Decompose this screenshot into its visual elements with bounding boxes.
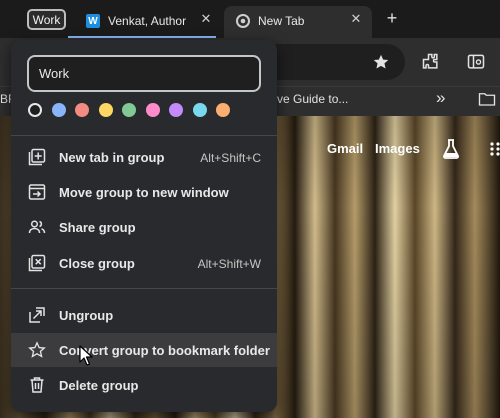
color-swatch-blue[interactable]	[52, 103, 66, 117]
ungroup-item[interactable]: Ungroup	[11, 298, 277, 332]
bookmark-star-icon[interactable]	[372, 53, 390, 71]
new-tab-in-group-icon	[28, 148, 46, 166]
new-tab-plus-icon[interactable]: +	[383, 9, 401, 27]
star-icon	[28, 341, 46, 359]
move-to-window-icon	[28, 183, 46, 201]
menu-divider	[11, 288, 277, 289]
extensions-puzzle-icon[interactable]	[421, 52, 441, 72]
bookmarks-overflow-chevron-icon[interactable]: »	[436, 88, 445, 108]
trash-icon	[28, 376, 46, 394]
color-swatch-yellow[interactable]	[99, 103, 113, 117]
side-panel-search-icon[interactable]	[466, 52, 486, 72]
close-group-item[interactable]: Close group Alt+Shift+W	[11, 246, 277, 280]
group-name-input[interactable]	[27, 55, 261, 92]
tab-close-icon[interactable]: ✕	[347, 10, 365, 28]
tab-venkat-author[interactable]: W Venkat, Author	[86, 6, 186, 36]
color-swatch-green[interactable]	[122, 103, 136, 117]
tab-title: New Tab	[258, 14, 305, 28]
menu-item-label: Share group	[59, 220, 136, 235]
menu-divider	[11, 135, 277, 136]
menu-item-label: Move group to new window	[59, 185, 229, 200]
menu-item-shortcut: Alt+Shift+W	[197, 257, 261, 271]
convert-group-to-bookmark-folder-item[interactable]: Convert group to bookmark folder	[11, 333, 277, 367]
mouse-pointer-icon	[79, 345, 93, 366]
color-swatch-orange[interactable]	[216, 103, 230, 117]
delete-group-item[interactable]: Delete group	[11, 368, 277, 402]
tab-title: Venkat, Author	[108, 14, 187, 28]
menu-item-label: Delete group	[59, 378, 139, 393]
new-tab-in-group-item[interactable]: New tab in group Alt+Shift+C	[11, 140, 277, 174]
close-group-icon	[28, 254, 46, 272]
move-group-to-new-window-item[interactable]: Move group to new window	[11, 175, 277, 209]
tab-close-icon[interactable]: ✕	[197, 10, 215, 28]
tab-group-chip[interactable]: Work	[27, 9, 66, 30]
color-swatch-cyan[interactable]	[193, 103, 207, 117]
gmail-link[interactable]: Gmail	[327, 141, 363, 156]
share-group-item[interactable]: Share group	[11, 210, 277, 244]
color-swatch-pink[interactable]	[146, 103, 160, 117]
menu-item-label: Ungroup	[59, 308, 114, 323]
menu-item-label: Close group	[59, 256, 135, 271]
chrome-favicon-icon	[236, 14, 250, 28]
share-people-icon	[28, 218, 46, 236]
tab-group-editor-menu: New tab in group Alt+Shift+C Move group …	[11, 40, 277, 412]
images-link[interactable]: Images	[375, 141, 420, 156]
folder-icon[interactable]	[478, 91, 496, 107]
menu-item-shortcut: Alt+Shift+C	[200, 151, 261, 165]
ungroup-icon	[28, 306, 46, 324]
wordpress-favicon-icon: W	[86, 14, 100, 28]
color-swatch-purple[interactable]	[169, 103, 183, 117]
labs-flask-icon[interactable]	[442, 139, 460, 159]
apps-grid-icon[interactable]	[489, 141, 500, 157]
bookmark-item[interactable]: ve Guide to...	[277, 92, 348, 106]
color-swatch-grey-selected[interactable]	[28, 103, 42, 117]
tab-new-tab-content: New Tab	[236, 6, 304, 36]
menu-item-label: New tab in group	[59, 150, 165, 165]
color-swatch-red[interactable]	[75, 103, 89, 117]
